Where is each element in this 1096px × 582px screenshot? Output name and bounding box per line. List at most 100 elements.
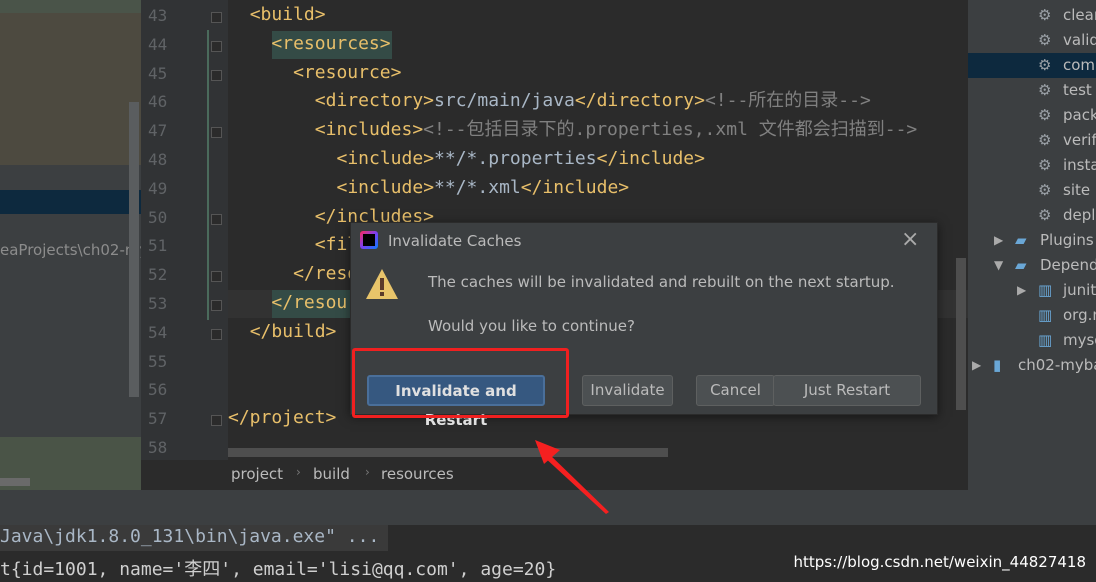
lifecycle-validate[interactable]: ⚙ validate [968,28,1096,53]
xml-tag: </directory> [574,90,705,112]
line-number: 57 [148,409,168,429]
tree-label: validate [1063,31,1096,49]
tree-label: compile [1063,56,1096,74]
intellij-logo-icon [360,231,378,249]
tree-label: install [1063,156,1096,174]
tree-dependencies[interactable]: ▼ ▰ Dependencies [968,253,1096,278]
breadcrumb-project[interactable]: project [231,465,283,483]
maven-panel: ⚙ clean ⚙ validate ⚙ compile ⚙ test ⚙ package ⚙ ver… [968,0,1096,490]
project-panel: eaProjects\ch02-my [0,0,141,490]
fold-marker-icon[interactable] [211,12,222,23]
tree-label: package [1063,106,1096,124]
warning-icon [366,269,398,299]
code-line: <directory>src/main/java</directory><!--… [315,90,871,112]
xml-tag: <includes> [314,119,424,141]
line-number: 51 [148,236,168,256]
selected-row[interactable] [0,190,141,214]
expand-arrow-icon[interactable]: ▶ [972,353,981,378]
line-number: 48 [148,150,168,169]
xml-text: **/*.properties [434,148,597,169]
xml-tag: </build> [249,320,337,342]
fold-marker-icon[interactable] [211,415,222,427]
line-number: 55 [148,351,168,371]
chevron-right-icon: › [296,465,301,479]
gear-icon: ⚙ [1038,106,1052,124]
editor-vertical-scrollbar[interactable] [956,258,966,410]
annotation-highlight-box [352,348,569,418]
line-number: 46 [148,92,168,112]
project-path: eaProjects\ch02-my [0,241,141,259]
just-restart-button[interactable]: Just Restart [773,375,921,406]
fold-marker-icon[interactable] [211,40,222,52]
code-line: </project> [228,407,336,429]
dialog-title: Invalidate Caches [388,232,522,250]
line-number: 54 [148,322,168,342]
line-number: 56 [148,380,168,400]
line-number: 58 [148,438,168,457]
xml-text: **/*.xml [434,176,521,198]
fold-marker-icon[interactable] [211,69,222,81]
code-line: <resource> [293,62,401,84]
gear-icon: ⚙ [1038,131,1052,149]
gear-icon: ⚙ [1038,6,1052,24]
fold-marker-icon[interactable] [211,127,222,139]
fold-marker-icon[interactable] [211,328,222,340]
tree-label: junit [1063,281,1096,299]
gear-icon: ⚙ [1038,181,1052,199]
gear-icon: ⚙ [1038,81,1052,99]
fold-marker-icon[interactable] [211,300,222,311]
line-number: 53 [148,294,168,313]
line-number: 43 [148,6,168,25]
code-line: </build> [250,321,337,343]
tree-label: deploy [1063,206,1096,224]
gear-icon: ⚙ [1038,156,1052,174]
breadcrumb-build[interactable]: build [313,465,350,483]
lifecycle-clean[interactable]: ⚙ clean [968,3,1096,28]
dialog-question: Would you like to continue? [428,317,635,335]
invalidate-button[interactable]: Invalidate [582,375,673,406]
fold-marker-icon[interactable] [211,213,222,225]
dialog-message: The caches will be invalidated and rebui… [428,273,895,291]
collapse-arrow-icon[interactable]: ▼ [994,253,1003,278]
line-number: 44 [148,34,168,54]
line-number: 49 [148,178,168,198]
expand-arrow-icon[interactable]: ▶ [1017,278,1026,303]
xml-comment: <!--所在的目录--> [704,90,871,112]
cancel-button[interactable]: Cancel [696,375,775,406]
code-line: <include>**/*.properties</include> [337,148,705,170]
dependency-item[interactable]: ▶ ▥ junit [968,278,1096,303]
lifecycle-site[interactable]: ⚙ site [968,178,1096,203]
line-number: 50 [148,207,168,227]
xml-comment: <!--包括目录下的.properties,.xml 文件都会扫描到--> [423,119,918,141]
lifecycle-compile[interactable]: ⚙ compile [968,53,1096,78]
tree-label: Plugins [1040,231,1094,249]
plugins-folder-icon: ▰ [1015,231,1027,249]
tree-plugins[interactable]: ▶ ▰ Plugins [968,228,1096,253]
close-icon[interactable]: × [901,227,919,252]
tree-label: mysql [1063,331,1096,349]
xml-tag: <build> [249,4,326,25]
breadcrumb-resources[interactable]: resources [381,465,454,483]
vertical-scrollbar[interactable] [129,102,139,397]
expand-arrow-icon[interactable]: ▶ [994,228,1003,253]
xml-tag: </include> [520,176,630,198]
lifecycle-package[interactable]: ⚙ package [968,103,1096,128]
xml-text: src/main/java [434,90,575,112]
maven-module-icon: ▮ [993,356,1002,374]
line-number: 45 [148,63,168,83]
lifecycle-deploy[interactable]: ⚙ deploy [968,203,1096,228]
gear-icon: ⚙ [1038,31,1052,49]
gear-icon: ⚙ [1038,56,1052,74]
dependency-item[interactable]: ▥ mysql [968,328,1096,353]
xml-tag: </project> [228,407,337,429]
lifecycle-verify[interactable]: ⚙ verify [968,128,1096,153]
tree-project[interactable]: ▶ ▮ ch02-mybatis [968,353,1096,378]
code-line: <include>**/*.xml</include> [337,177,630,199]
xml-tag: <directory> [314,90,435,112]
xml-tag: <resource> [293,61,402,83]
dependency-item[interactable]: ▥ org.mybatis [968,303,1096,328]
lifecycle-install[interactable]: ⚙ install [968,153,1096,178]
line-number: 47 [148,121,168,141]
fold-marker-icon[interactable] [211,271,222,283]
lifecycle-test[interactable]: ⚙ test [968,78,1096,103]
